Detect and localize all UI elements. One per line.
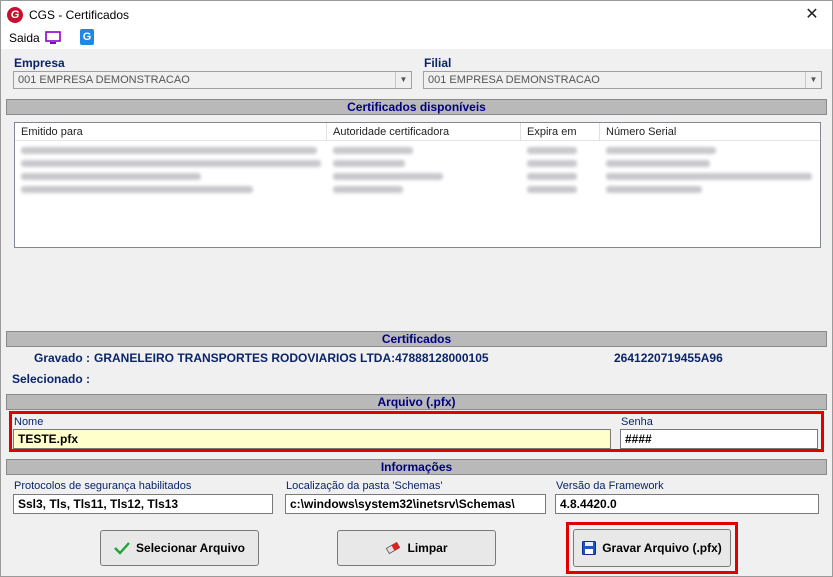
section-arquivo: Arquivo (.pfx) [6,394,827,410]
col-autoridade[interactable]: Autoridade certificadora [327,123,521,141]
col-emitido-para[interactable]: Emitido para [15,123,327,141]
filial-select-value: 001 EMPRESA DEMONSTRACAO [428,74,600,86]
section-certificados-disponiveis: Certificados disponíveis [6,99,827,115]
gravado-label: Gravado : [34,351,91,365]
title-bar: G CGS - Certificados ✕ [1,1,832,29]
certificates-list[interactable]: Emitido para Autoridade certificadora Ex… [14,122,821,248]
limpar-label: Limpar [407,541,448,555]
framework-label: Versão da Framework [556,480,664,492]
selecionar-arquivo-button[interactable]: Selecionar Arquivo [100,530,259,566]
gravado-serial: 2641220719455A96 [614,351,723,365]
close-button[interactable]: ✕ [802,5,822,25]
list-item[interactable] [15,170,820,183]
selecionado-label: Selecionado : [12,372,91,386]
gravar-arquivo-label: Gravar Arquivo (.pfx) [602,541,722,555]
framework-field[interactable]: 4.8.4420.0 [555,494,819,514]
menu-bar: Saida G [1,29,832,49]
monitor-icon[interactable] [45,31,61,45]
list-item[interactable] [15,157,820,170]
chevron-down-icon: ▼ [395,72,411,88]
schemas-label: Localização da pasta 'Schemas' [286,480,443,492]
gravar-arquivo-button[interactable]: Gravar Arquivo (.pfx) [573,529,731,567]
senha-input[interactable]: #### [620,429,818,449]
checkmark-icon [114,542,130,555]
cgs-app-icon: G [7,7,23,23]
certificados-window: G CGS - Certificados ✕ Saida G Empresa 0… [0,0,833,577]
list-item[interactable] [15,183,820,196]
protocolos-field[interactable]: Ssl3, Tls, Tls11, Tls12, Tls13 [13,494,273,514]
empresa-select[interactable]: 001 EMPRESA DEMONSTRACAO ▼ [13,71,412,89]
section-informacoes: Informações [6,459,827,475]
chevron-down-icon: ▼ [805,72,821,88]
section-certificados: Certificados [6,331,827,347]
window-title: CGS - Certificados [29,8,130,22]
col-numero-serial[interactable]: Número Serial [600,123,820,141]
list-item[interactable] [15,144,820,157]
list-header: Emitido para Autoridade certificadora Ex… [15,123,820,141]
selecionar-arquivo-label: Selecionar Arquivo [136,541,245,555]
senha-label: Senha [621,416,653,428]
filial-label: Filial [424,56,452,70]
g-app-icon[interactable]: G [80,29,94,45]
nome-label: Nome [14,416,44,428]
limpar-button[interactable]: Limpar [337,530,496,566]
empresa-select-value: 001 EMPRESA DEMONSTRACAO [18,74,190,86]
empresa-label: Empresa [14,56,65,70]
nome-input[interactable]: TESTE.pfx [13,429,611,449]
filial-select[interactable]: 001 EMPRESA DEMONSTRACAO ▼ [423,71,822,89]
protocolos-label: Protocolos de segurança habilitados [14,480,192,492]
menu-saida[interactable]: Saida [9,31,40,45]
floppy-disk-icon [582,541,597,555]
col-expira-em[interactable]: Expira em [521,123,600,141]
schemas-field[interactable]: c:\windows\system32\inetsrv\Schemas\ [285,494,546,514]
gravado-value: GRANELEIRO TRANSPORTES RODOVIARIOS LTDA:… [94,351,489,365]
eraser-icon [386,541,401,555]
